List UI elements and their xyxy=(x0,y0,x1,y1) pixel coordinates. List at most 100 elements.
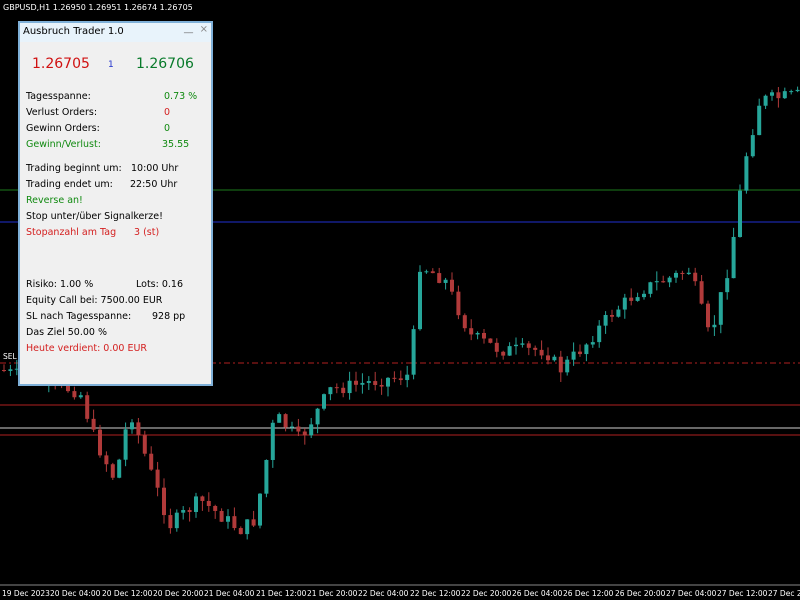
candle-body xyxy=(200,496,205,501)
candle-body xyxy=(667,277,672,283)
candle-body xyxy=(738,190,742,237)
candle-body xyxy=(149,453,154,470)
candle-body xyxy=(584,344,589,355)
candle-body xyxy=(104,455,109,465)
candle-body xyxy=(213,505,218,511)
candle-body xyxy=(245,519,250,535)
sell-line-label: SEL xyxy=(3,352,17,361)
ask-price: 1.26706 xyxy=(136,56,194,72)
candle-body xyxy=(219,510,224,522)
tagesspanne-label: Tagesspanne: xyxy=(26,91,91,102)
candle-body xyxy=(725,278,730,293)
candle-body xyxy=(501,351,506,356)
candle-body xyxy=(507,346,512,356)
candle-body xyxy=(475,332,480,335)
candle-body xyxy=(258,493,262,526)
candle-body xyxy=(354,380,358,385)
candle-body xyxy=(290,426,294,428)
x-axis-label: 26 Dec 04:00 xyxy=(512,589,563,598)
verlust-orders-value: 0 xyxy=(164,107,171,118)
candle-body xyxy=(526,343,531,348)
candle-body xyxy=(322,394,326,409)
candle-body xyxy=(494,342,499,352)
candle-body xyxy=(514,344,518,347)
candle-body xyxy=(162,487,166,516)
candle-body xyxy=(78,395,83,398)
candle-body xyxy=(309,424,314,436)
candle-body xyxy=(136,422,141,436)
candle-body xyxy=(142,435,147,454)
ausbruch-trader-panel[interactable]: Ausbruch Trader 1.0 __ ⨯ 1.26705 1 1.267… xyxy=(18,21,213,386)
candle-body xyxy=(661,281,666,283)
candle-body xyxy=(782,91,787,99)
candle-body xyxy=(635,297,640,301)
candle-body xyxy=(642,293,646,298)
x-axis-label: 27 Dec 04:00 xyxy=(666,589,717,598)
bid-price: 1.26705 xyxy=(32,56,90,72)
x-axis-label: 21 Dec 20:00 xyxy=(307,589,358,598)
candle-body xyxy=(91,418,96,430)
candle-body xyxy=(123,429,128,460)
candle-body xyxy=(731,236,736,279)
lots-text: Lots: 0.16 xyxy=(136,279,183,290)
panel-titlebar[interactable]: Ausbruch Trader 1.0 __ ⨯ xyxy=(20,23,211,42)
candle-body xyxy=(72,391,77,398)
candle-body xyxy=(2,370,6,371)
stopanzahl-value: 3 (st) xyxy=(134,227,160,238)
candle-body xyxy=(366,381,371,383)
candle-body xyxy=(520,343,525,345)
candle-body xyxy=(699,281,704,304)
x-axis-label: 20 Dec 20:00 xyxy=(153,589,204,598)
candle-body xyxy=(750,135,755,157)
candle-body xyxy=(334,387,339,389)
candle-body xyxy=(315,408,320,425)
panel-title: Ausbruch Trader 1.0 xyxy=(23,26,124,37)
candle-body xyxy=(360,382,365,385)
candle-body xyxy=(398,378,403,381)
candle-body xyxy=(264,459,269,494)
candle-body xyxy=(437,273,442,283)
candle-body xyxy=(469,328,474,335)
candle-body xyxy=(648,282,653,294)
candle-body xyxy=(462,315,467,329)
candle-body xyxy=(622,297,627,310)
candle-body xyxy=(674,272,678,278)
candle-body xyxy=(763,95,768,106)
risiko-text: Risiko: 1.00 % xyxy=(26,279,94,290)
candle-body xyxy=(411,329,416,375)
candle-body xyxy=(776,92,781,99)
candle-body xyxy=(328,387,333,395)
candle-body xyxy=(597,325,602,343)
candle-body xyxy=(488,338,493,343)
trading-endet-label: Trading endet um: xyxy=(26,179,113,190)
candle-body xyxy=(706,303,710,328)
x-axis-label: 21 Dec 12:00 xyxy=(256,589,307,598)
candle-body xyxy=(117,459,122,478)
candle-body xyxy=(226,516,230,522)
candle-body xyxy=(616,309,621,317)
close-button[interactable]: ⨯ xyxy=(200,24,208,35)
candle-body xyxy=(347,380,352,394)
verlust-orders-label: Verlust Orders: xyxy=(26,107,98,118)
candle-body xyxy=(155,469,160,488)
candle-body xyxy=(386,377,390,387)
candle-body xyxy=(296,426,301,432)
x-axis-label: 19 Dec 2023 xyxy=(2,589,50,598)
candle-body xyxy=(251,519,256,526)
candle-body xyxy=(744,156,749,191)
candle-body xyxy=(712,324,717,328)
candle-body xyxy=(194,496,198,512)
reverse-status: Reverse an! xyxy=(26,195,83,206)
gewinn-verlust-label: Gewinn/Verlust: xyxy=(26,139,101,150)
trading-beginnt-value: 10:00 Uhr xyxy=(131,163,179,174)
minimize-button[interactable]: __ xyxy=(184,24,193,34)
x-axis-label: 27 Dec 12:00 xyxy=(717,589,768,598)
candle-body xyxy=(181,510,186,513)
stop-signal-text: Stop unter/über Signalkerze! xyxy=(26,211,163,222)
candle-body xyxy=(405,374,410,381)
candle-body xyxy=(277,414,282,423)
candle-body xyxy=(130,422,134,430)
trading-beginnt-label: Trading beginnt um: xyxy=(26,163,122,174)
heute-verdient-text: Heute verdient: 0.00 EUR xyxy=(26,343,148,354)
x-axis-label: 21 Dec 04:00 xyxy=(204,589,255,598)
